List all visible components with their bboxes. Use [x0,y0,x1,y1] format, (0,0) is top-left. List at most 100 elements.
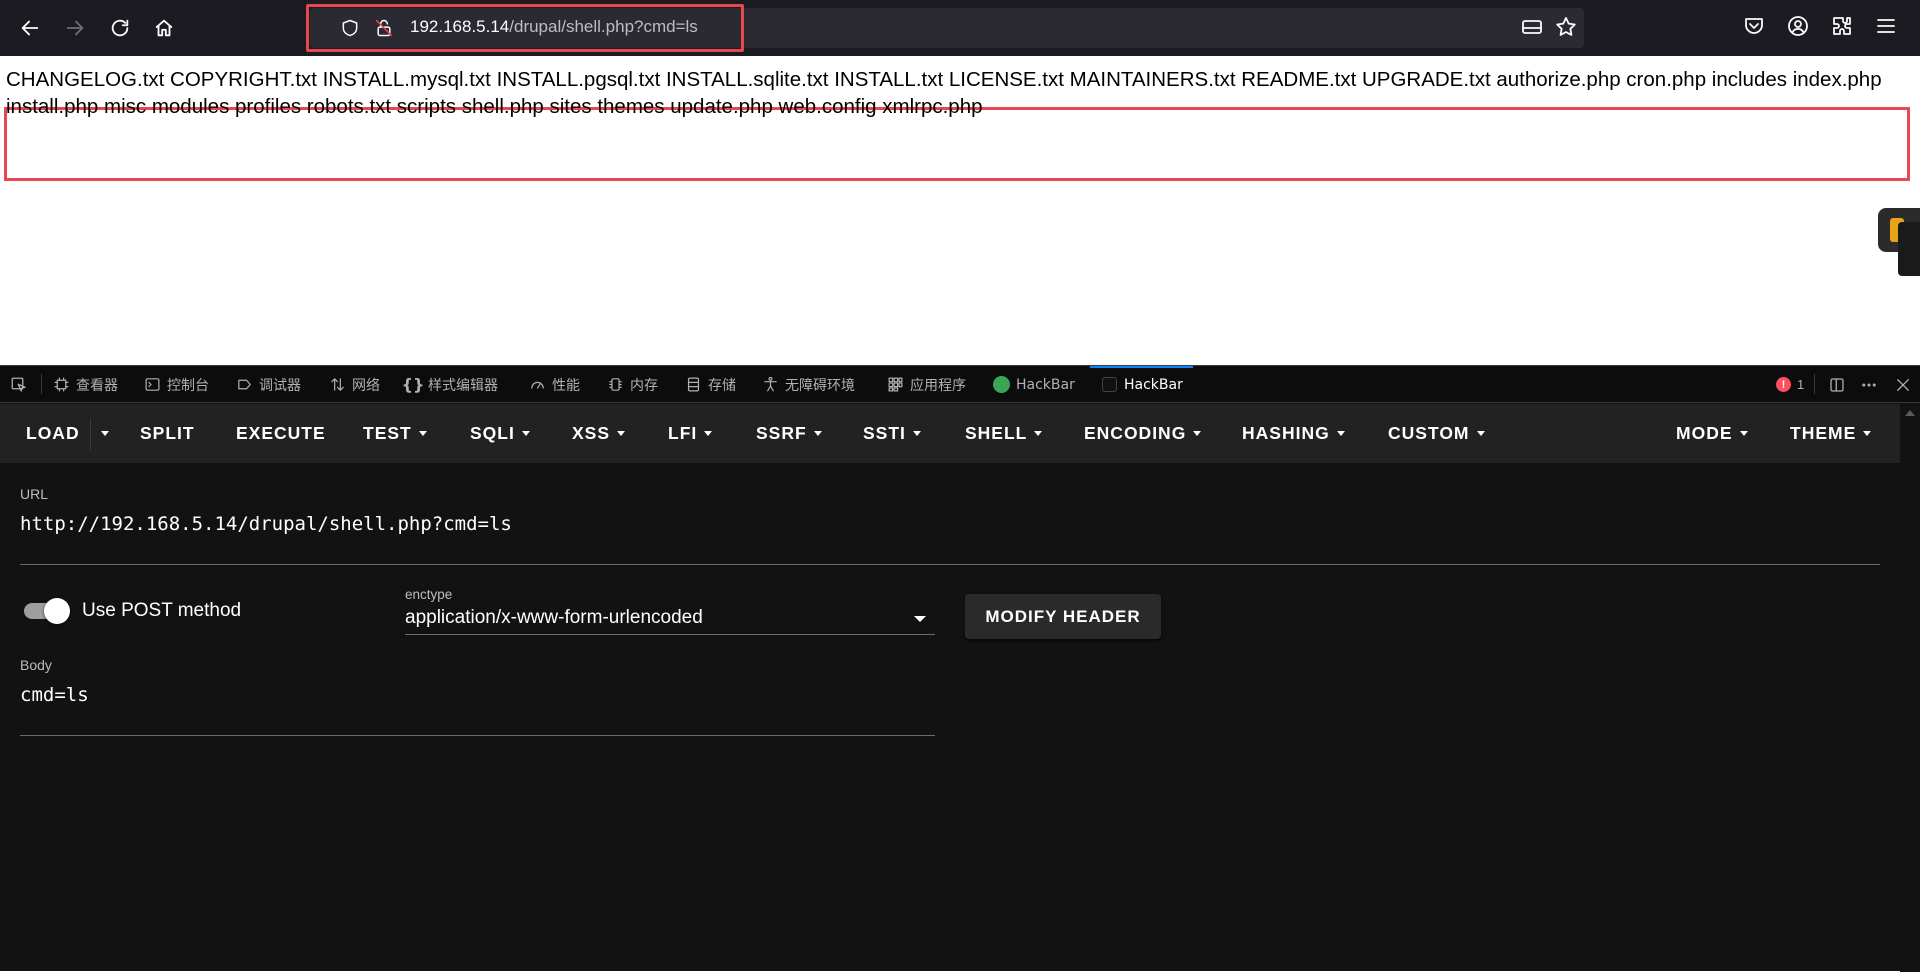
body-field[interactable]: cmd=ls [20,684,89,706]
chevron-down-icon [1739,431,1748,436]
console-icon [143,376,161,394]
menu-label: SHELL [965,423,1028,443]
menu-label: SSRF [756,423,807,443]
sqli-menu[interactable]: SQLI [470,404,530,463]
reader-view-icon[interactable] [1520,15,1546,41]
test-menu[interactable]: TEST [363,404,427,463]
enctype-underline [405,634,935,635]
forward-button[interactable] [57,10,93,46]
more-dots-icon [1862,382,1876,387]
split-button[interactable]: SPLIT [140,404,195,463]
load-divider [90,418,91,450]
hackbar-scrollbar[interactable] [1900,404,1920,972]
modify-header-button[interactable]: MODIFY HEADER [965,594,1161,639]
post-method-toggle[interactable] [22,598,70,624]
tab-console[interactable]: 控制台 [143,366,209,403]
chevron-down-icon [1863,431,1872,436]
body-field-underline [20,735,935,736]
menu-label: THEME [1790,423,1857,443]
tab-label: 控制台 [167,377,209,394]
extensions-icon[interactable] [1830,14,1856,40]
accessibility-icon [761,376,779,394]
dock-side-button[interactable] [1828,366,1846,403]
hackbar-menubar: LOAD SPLIT EXECUTE TEST SQLI XSS LFI SSR… [0,404,1900,463]
chevron-down-icon [617,431,626,436]
load-button[interactable]: LOAD [26,404,80,463]
element-picker-button[interactable] [10,366,28,403]
chevron-down-icon [1476,431,1485,436]
chevron-down-icon [1193,431,1202,436]
chevron-down-icon [418,431,427,436]
url-field[interactable]: http://192.168.5.14/drupal/shell.php?cmd… [20,513,512,535]
load-dropdown-caret[interactable] [101,404,109,463]
debugger-icon [235,376,253,394]
close-icon [1897,378,1909,391]
tab-application[interactable]: 应用程序 [886,366,966,403]
tab-label: 存储 [708,377,736,394]
tab-inspector[interactable]: 查看器 [52,366,118,403]
error-count-badge[interactable]: ! 1 [1776,366,1804,403]
theme-menu[interactable]: THEME [1790,404,1872,463]
menu-label: LFI [668,423,698,443]
tab-accessibility[interactable]: 无障碍环境 [761,366,855,403]
tab-style-editor[interactable]: {} 样式编辑器 [402,366,498,403]
tab-memory[interactable]: 内存 [606,366,658,403]
chevron-down-icon [813,431,822,436]
menu-label: ENCODING [1084,423,1187,443]
tab-label: 性能 [552,377,580,394]
error-count: 1 [1797,377,1805,392]
shell-menu[interactable]: SHELL [965,404,1043,463]
tab-hackbar-2[interactable]: HackBar [1090,366,1193,403]
enctype-select[interactable]: application/x-www-form-urlencoded [405,607,703,629]
tab-hackbar-1[interactable]: HackBar [992,366,1075,403]
hashing-menu[interactable]: HASHING [1242,404,1345,463]
chevron-down-icon [1034,431,1043,436]
execute-button[interactable]: EXECUTE [236,404,326,463]
chevron-down-icon [101,431,109,436]
home-icon [155,19,173,37]
chevron-down-icon [1336,431,1345,436]
bookmark-star-icon[interactable] [1554,15,1580,41]
menu-label: MODE [1676,423,1733,443]
tab-label: 网络 [352,377,380,394]
tab-label: HackBar [1016,376,1075,393]
error-icon: ! [1776,377,1791,392]
body-field-label: Body [20,657,52,673]
devtools-panel: 查看器 控制台 调试器 网络 {} 样式编辑器 性能 内存 存储 无障碍环境 应… [0,365,1920,972]
tab-performance[interactable]: 性能 [528,366,580,403]
encoding-menu[interactable]: ENCODING [1084,404,1202,463]
home-button[interactable] [146,10,182,46]
lfi-menu[interactable]: LFI [668,404,713,463]
ssti-menu[interactable]: SSTI [863,404,921,463]
devtools-tabbar: 查看器 控制台 调试器 网络 {} 样式编辑器 性能 内存 存储 无障碍环境 应… [0,366,1920,403]
network-icon [328,376,346,394]
menu-label: LOAD [26,423,80,443]
reload-button[interactable] [102,10,138,46]
mode-menu[interactable]: MODE [1676,404,1748,463]
back-arrow-icon [21,20,39,36]
devtools-close-button[interactable] [1894,366,1912,403]
ssrf-menu[interactable]: SSRF [756,404,822,463]
tab-storage[interactable]: 存储 [684,366,736,403]
tab-debugger[interactable]: 调试器 [235,366,301,403]
enctype-label: enctype [405,587,453,602]
custom-menu[interactable]: CUSTOM [1388,404,1485,463]
menu-label: SQLI [470,423,515,443]
devtools-options-button[interactable] [1860,366,1878,403]
scroll-up-arrow-icon[interactable] [1905,410,1915,416]
chevron-down-icon[interactable] [914,616,926,622]
tab-label: 查看器 [76,377,118,394]
application-icon [886,376,904,394]
hackbar-green-icon [992,376,1010,394]
side-widget-panel[interactable] [1898,222,1920,276]
pocket-icon[interactable] [1742,14,1768,40]
post-method-label: Use POST method [82,600,242,621]
tab-network[interactable]: 网络 [328,366,380,403]
menu-label: XSS [572,423,611,443]
account-icon[interactable] [1786,14,1812,40]
xss-menu[interactable]: XSS [572,404,626,463]
menu-label: TEST [363,423,412,443]
menu-icon[interactable] [1874,14,1900,40]
back-button[interactable] [12,10,48,46]
memory-icon [606,376,624,394]
